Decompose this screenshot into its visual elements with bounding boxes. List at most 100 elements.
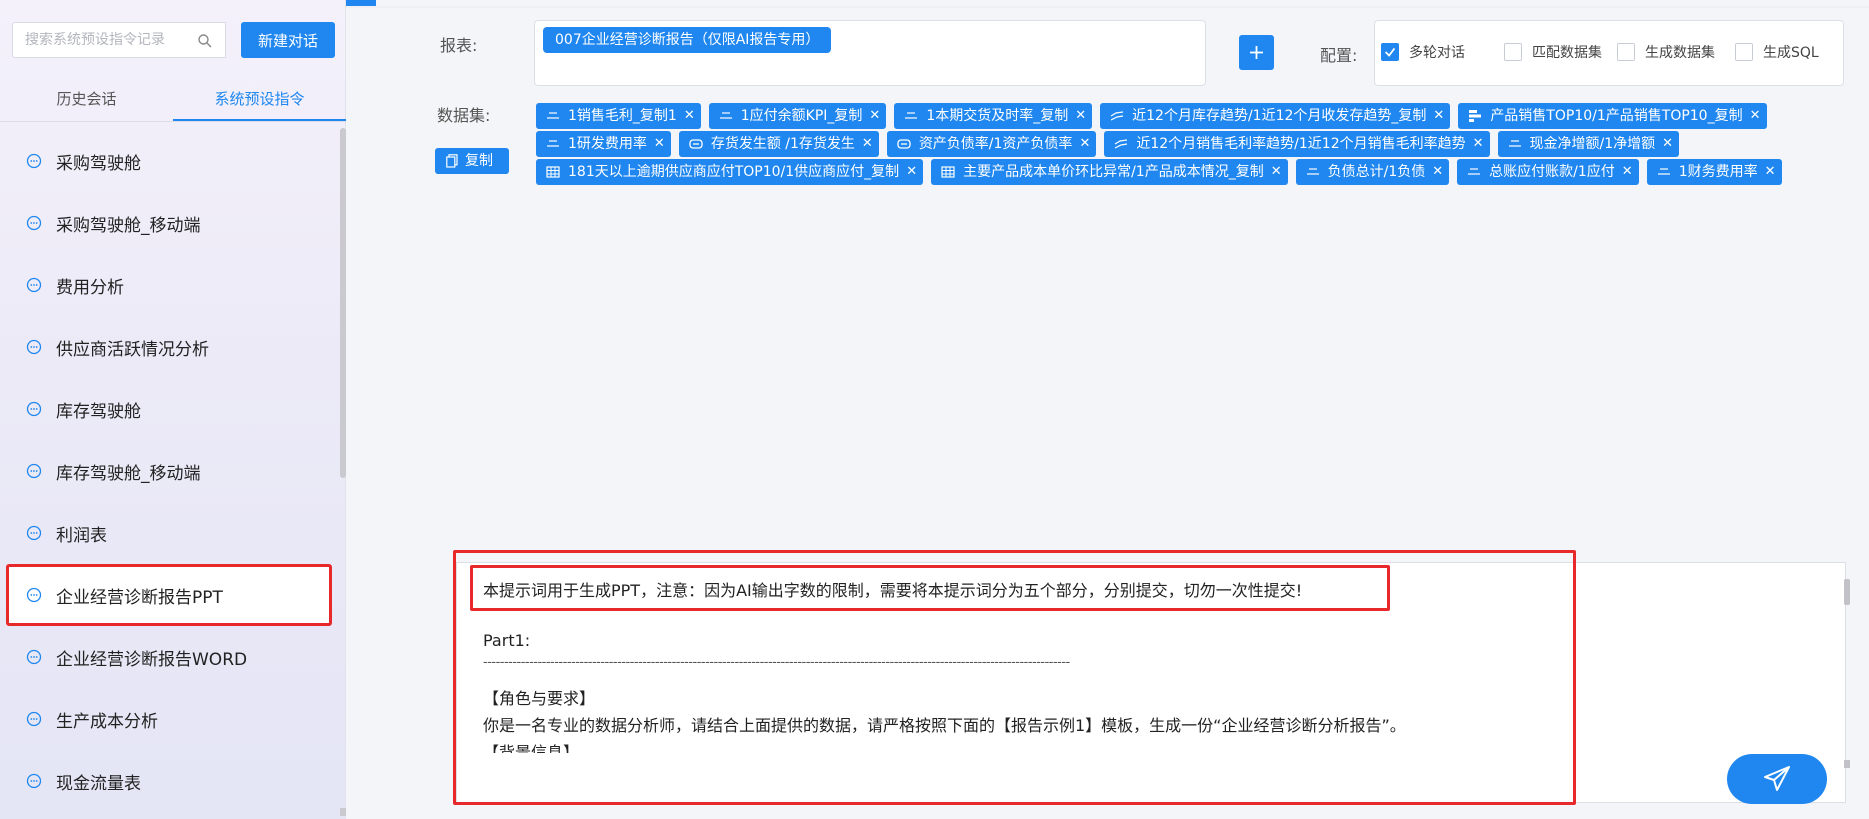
list-item-label: 采购驾驶舱 [56,153,141,174]
list-item[interactable]: 生产成本分析 [0,688,338,750]
dataset-tag-label: 181天以上逾期供应商应付TOP10/1供应商应付_复制 [568,164,900,180]
list-icon [547,112,559,119]
dataset-tag[interactable]: 近12个月库存趋势/1近12个月收发存趋势_复制 ✕ [1100,103,1451,129]
checkmark-icon [1384,47,1396,57]
dataset-tag[interactable]: 1研发费用率 ✕ [536,131,671,157]
report-tag[interactable]: 007企业经营诊断报告（仅限AI报告专用） [543,27,832,53]
prompt-scrollbar[interactable] [1844,579,1850,605]
dataset-tag[interactable]: 主要产品成本单价环比异常/1产品成本情况_复制 ✕ [931,159,1288,185]
chat-bubble-icon [26,339,42,355]
search-icon[interactable] [197,33,213,49]
checkbox-box[interactable] [1381,43,1399,61]
dataset-tag[interactable]: 1应付余额KPI_复制 ✕ [708,103,887,129]
checkbox-match-dataset[interactable]: 匹配数据集 [1504,42,1602,62]
close-icon[interactable]: ✕ [1750,103,1761,129]
close-icon[interactable]: ✕ [1473,131,1484,157]
checkbox-box[interactable] [1617,43,1635,61]
dataset-tag[interactable]: 现金净增额/1净增额 ✕ [1497,131,1680,157]
dataset-tag[interactable]: 1本期交货及时率_复制 ✕ [894,103,1093,129]
close-icon[interactable]: ✕ [1622,159,1633,185]
dataset-tag-label: 近12个月销售毛利率趋势/1近12个月销售毛利率趋势 [1136,136,1466,152]
close-icon[interactable]: ✕ [906,159,917,185]
checkbox-generate-sql[interactable]: 生成SQL [1735,42,1819,62]
dataset-tag[interactable]: 负债总计/1负债 ✕ [1295,159,1450,185]
list-item[interactable]: 企业经营诊断报告WORD [0,626,338,688]
tab-system-presets[interactable]: 系统预设指令 [173,76,346,121]
close-icon[interactable]: ✕ [862,131,873,157]
list-icon [1508,140,1521,147]
close-icon[interactable]: ✕ [1271,159,1282,185]
list-icon [1657,168,1670,175]
list-item[interactable]: 采购驾驶舱 [0,130,338,192]
table-icon [546,166,560,178]
dataset-tag[interactable]: 存货发生额 /1存货发生 ✕ [678,131,879,157]
chat-bubble-icon [26,463,42,479]
close-icon[interactable]: ✕ [869,103,880,129]
dataset-tag[interactable]: 近12个月销售毛利率趋势/1近12个月销售毛利率趋势 ✕ [1104,131,1490,157]
list-item[interactable]: 现金流量表 [0,750,338,812]
list-item-label: 库存驾驶舱_移动端 [56,463,201,484]
sidebar: 新建对话 历史会话 系统预设指令 采购驾驶舱 采购驾驶舱_移动端 费用分析 供应… [0,0,346,819]
close-icon[interactable]: ✕ [1075,103,1086,129]
copy-button[interactable]: 复制 [435,148,509,174]
list-item-label: 现金流量表 [56,773,141,794]
dataset-tag[interactable]: 产品销售TOP10/1产品销售TOP10_复制 ✕ [1458,103,1767,129]
close-icon[interactable]: ✕ [684,103,695,129]
list-item[interactable]: 利润表 [0,502,338,564]
checkbox-multi-turn[interactable]: 多轮对话 [1381,42,1465,62]
copy-button-label: 复制 [465,153,493,169]
list-item[interactable]: 库存驾驶舱_移动端 [0,440,338,502]
dataset-tag-label: 存货发生额 /1存货发生 [710,136,855,152]
list-item[interactable]: 库存驾驶舱 [0,378,338,440]
plus-icon [1250,46,1263,59]
new-chat-button[interactable]: 新建对话 [241,22,335,58]
tab-history[interactable]: 历史会话 [0,76,173,121]
close-icon[interactable]: ✕ [654,131,665,157]
kpi-icon [689,139,703,149]
dataset-tag-label: 1财务费用率 [1678,164,1758,180]
dataset-tag[interactable]: 1销售毛利_复制1 ✕ [536,103,701,129]
search-input[interactable] [25,32,205,48]
close-icon[interactable]: ✕ [1433,103,1444,129]
prompt-line: 本提示词用于生成PPT，注意：因为AI输出字数的限制，需要将本提示词分为五个部分… [483,581,1303,600]
list-item[interactable]: 供应商活跃情况分析 [0,316,338,378]
kpi-icon [897,139,911,149]
dataset-tag-label: 近12个月库存趋势/1近12个月收发存趋势_复制 [1132,108,1427,124]
send-button[interactable] [1727,754,1827,804]
prompt-line: 【背景信息】 [483,743,580,753]
prompt-textarea[interactable]: 本提示词用于生成PPT，注意：因为AI输出字数的限制，需要将本提示词分为五个部分… [456,562,1850,803]
checkbox-label: 匹配数据集 [1532,45,1602,61]
dataset-tag-label: 现金净增额/1净增额 [1529,136,1656,152]
dataset-tag[interactable]: 资产负债率/1资产负债率 ✕ [886,131,1097,157]
dataset-tag[interactable]: 1财务费用率 ✕ [1646,159,1782,185]
dataset-tag-label: 1销售毛利_复制1 [568,108,677,124]
list-icon [1306,168,1319,175]
dataset-tag-label: 1本期交货及时率_复制 [926,108,1069,124]
close-icon[interactable]: ✕ [1765,159,1776,185]
chat-bubble-icon [26,215,42,231]
list-item-label: 生产成本分析 [56,711,158,732]
list-item-label: 利润表 [56,525,107,546]
list-item-selected[interactable]: 企业经营诊断报告PPT [6,564,332,626]
dataset-tag-label: 1研发费用率 [568,136,647,152]
checkbox-label: 生成数据集 [1645,45,1715,61]
dataset-tag[interactable]: 总账应付账款/1应付 ✕ [1457,159,1639,185]
sidebar-tabs: 历史会话 系统预设指令 [0,76,346,122]
checkbox-generate-dataset[interactable]: 生成数据集 [1617,42,1715,62]
close-icon[interactable]: ✕ [1079,131,1090,157]
checkbox-box[interactable] [1735,43,1753,61]
prompt-area: 本提示词用于生成PPT，注意：因为AI输出字数的限制，需要将本提示词分为五个部分… [453,550,1850,805]
table-icon [941,166,955,178]
list-item[interactable]: 采购驾驶舱_移动端 [0,192,338,254]
close-icon[interactable]: ✕ [1432,159,1443,185]
list-item[interactable]: 费用分析 [0,254,338,316]
search-box[interactable] [12,22,226,58]
dataset-tag[interactable]: 181天以上逾期供应商应付TOP10/1供应商应付_复制 ✕ [536,159,924,185]
prompt-line: 【角色与要求】 [483,689,596,708]
close-icon[interactable]: ✕ [1662,131,1673,157]
search-row: 新建对话 [12,22,335,58]
report-select[interactable]: 007企业经营诊断报告（仅限AI报告专用） [534,20,1206,86]
list-item-label: 供应商活跃情况分析 [56,339,209,360]
add-report-button[interactable] [1239,35,1274,70]
checkbox-box[interactable] [1504,43,1522,61]
